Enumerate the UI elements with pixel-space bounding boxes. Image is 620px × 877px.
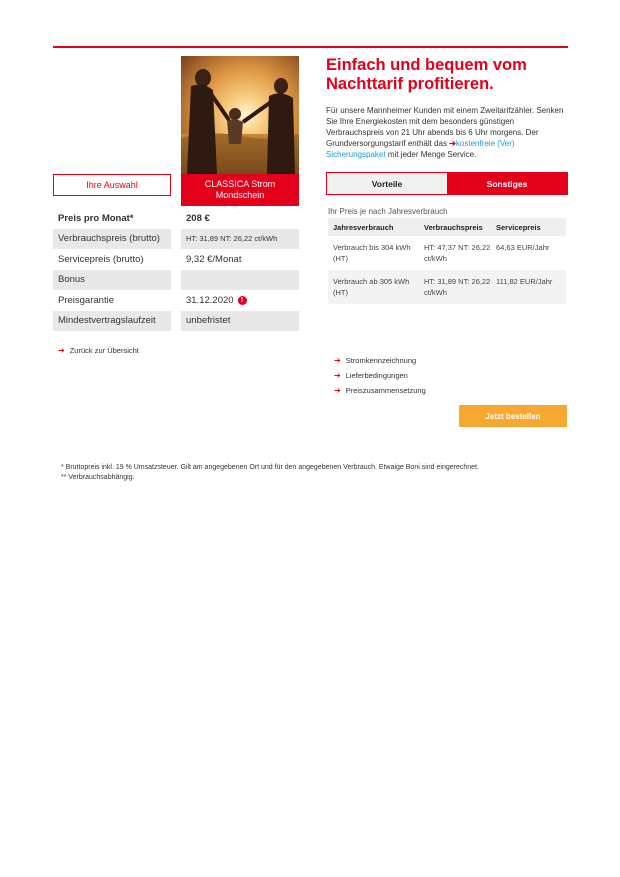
column-header: Jahresverbrauch <box>333 222 394 232</box>
service-cell: 111,82 EUR/Jahr <box>496 277 553 286</box>
product-photo <box>181 56 299 174</box>
row-label: Mindestvertragslaufzeit <box>53 310 171 331</box>
row-value: 208 € <box>186 212 210 224</box>
tariff-details-table: Preis pro Monat* 208 € Verbrauchspreis (… <box>53 208 299 331</box>
title-line1: Einfach und bequem vom <box>326 56 527 74</box>
price-cell: HT: 47,37 NT: 26,22 ct/kWh <box>424 243 491 263</box>
order-now-button[interactable]: Jetzt bestellen <box>459 405 567 427</box>
arrow-right-icon: ➔ <box>334 386 341 395</box>
row-value <box>181 269 299 290</box>
back-to-overview-link[interactable]: ➔ Zurück zur Übersicht <box>58 346 139 355</box>
your-choice-label: Ihre Auswahl <box>53 174 171 196</box>
arrow-right-icon: ➔ <box>58 346 65 355</box>
intro-text-body: Für unsere Mannheimer Kunden mit einem Z… <box>326 106 564 148</box>
intro-text: Für unsere Mannheimer Kunden mit einem Z… <box>326 105 566 160</box>
footnote-1: * Bruttopreis inkl. 19 % Umsatzsteuer. G… <box>61 464 479 471</box>
link-label: Lieferbedingungen <box>345 371 408 380</box>
table-row: Verbrauchspreis (brutto) HT: 31,89 NT: 2… <box>53 228 299 249</box>
table-row: Preisgarantie 31.12.2020 ! <box>53 290 299 310</box>
table-row: Verbrauch ab 305 kWh (HT) HT: 31,89 NT: … <box>328 270 566 304</box>
arrow-right-icon: ➔ <box>334 356 341 365</box>
back-link-label: Zurück zur Übersicht <box>69 346 139 355</box>
row-label: Bonus <box>53 269 171 290</box>
page-title: Einfach und bequem vom Nachttarif profit… <box>326 56 566 94</box>
info-icon[interactable]: ! <box>237 295 247 305</box>
link-label: Preiszusammensetzung <box>345 386 426 395</box>
top-divider <box>53 46 568 48</box>
document-links: ➔ Stromkennzeichnung ➔ Lieferbedingungen… <box>334 353 426 398</box>
row-label: Preis pro Monat* <box>58 212 134 224</box>
footnote-2: ** Verbrauchsabhängig. <box>61 474 135 481</box>
footnotes: * Bruttopreis inkl. 19 % Umsatzsteuer. G… <box>61 463 479 483</box>
row-value: 31.12.2020 ! <box>181 290 299 310</box>
table-row: Mindestvertragslaufzeit unbefristet <box>53 310 299 331</box>
product-name-line1: CLASSICA Strom <box>204 179 276 189</box>
consumption-price-table: Jahresverbrauch Verbrauchspreis Servicep… <box>328 218 566 304</box>
arrow-right-icon: ➔ <box>334 371 341 380</box>
link-stromkennzeichnung[interactable]: ➔ Stromkennzeichnung <box>334 353 426 368</box>
link-label: Stromkennzeichnung <box>345 356 417 365</box>
title-line2: Nachttarif profitieren. <box>326 75 494 93</box>
table-row: Servicepreis (brutto) 9,32 €/Monat <box>53 249 299 269</box>
row-value: unbefristet <box>181 310 299 331</box>
info-tabs: Vorteile Sonstiges <box>326 172 568 195</box>
service-cell: 64,63 EUR/Jahr <box>496 243 550 252</box>
product-name-line2: Mondschein <box>215 190 265 200</box>
column-header: Verbrauchspreis <box>424 222 483 232</box>
price-caption: Ihr Preis je nach Jahresverbrauch <box>328 207 448 216</box>
tab-sonstiges[interactable]: Sonstiges <box>447 173 567 194</box>
product-name-label: CLASSICA Strom Mondschein <box>181 174 299 206</box>
arrow-right-icon: ➔ <box>449 139 456 148</box>
row-label: Preisgarantie <box>58 294 114 306</box>
table-row: Bonus <box>53 269 299 290</box>
tab-vorteile[interactable]: Vorteile <box>327 173 447 194</box>
price-cell: HT: 31,89 NT: 26,22 ct/kWh <box>424 277 491 297</box>
consumption-cell: Verbrauch ab 305 kWh (HT) <box>333 277 410 297</box>
row-label: Verbrauchspreis (brutto) <box>53 228 171 249</box>
table-header: Jahresverbrauch Verbrauchspreis Servicep… <box>328 218 566 236</box>
row-value: 9,32 €/Monat <box>186 253 242 265</box>
row-label: Servicepreis (brutto) <box>58 253 144 265</box>
price-guarantee-date: 31.12.2020 <box>186 294 234 306</box>
intro-text-end: mit jeder Menge Service. <box>385 150 477 159</box>
link-preiszusammensetzung[interactable]: ➔ Preiszusammensetzung <box>334 383 426 398</box>
consumption-cell: Verbrauch bis 304 kWh (HT) <box>333 243 411 263</box>
table-row: Verbrauch bis 304 kWh (HT) HT: 47,37 NT:… <box>328 236 566 270</box>
link-lieferbedingungen[interactable]: ➔ Lieferbedingungen <box>334 368 426 383</box>
column-header: Servicepreis <box>496 222 541 232</box>
table-row: Preis pro Monat* 208 € <box>53 208 299 228</box>
row-value: HT: 31,89 NT: 26,22 ct/kWh <box>181 228 299 249</box>
